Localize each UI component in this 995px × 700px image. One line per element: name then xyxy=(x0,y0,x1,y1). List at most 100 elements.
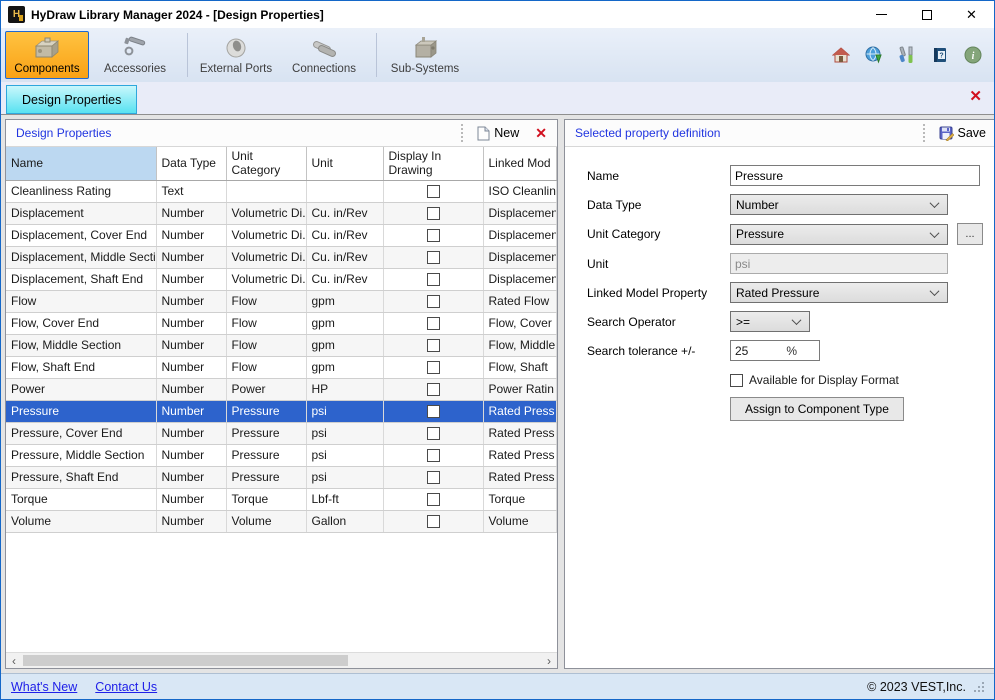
table-cell[interactable]: Cu. in/Rev xyxy=(306,246,383,268)
ribbon-tab-accessories[interactable]: Accessories xyxy=(93,31,177,79)
column-header-name[interactable]: Name xyxy=(6,147,156,180)
tab-close-icon[interactable]: ✕ xyxy=(969,89,982,104)
table-cell[interactable]: Rated Press xyxy=(483,466,557,488)
display-in-drawing-checkbox[interactable] xyxy=(427,295,440,308)
table-cell[interactable]: Displacemen xyxy=(483,224,557,246)
table-cell[interactable]: Number xyxy=(156,378,226,400)
table-cell[interactable]: Cleanliness Rating xyxy=(6,180,156,202)
table-cell[interactable]: Torque xyxy=(483,488,557,510)
table-cell[interactable]: Volumetric Di... xyxy=(226,246,306,268)
table-cell[interactable]: gpm xyxy=(306,334,383,356)
table-cell[interactable]: Volume xyxy=(483,510,557,532)
display-in-drawing-checkbox[interactable] xyxy=(427,449,440,462)
table-cell[interactable]: Flow xyxy=(226,312,306,334)
table-cell[interactable]: Displacement, Cover End xyxy=(6,224,156,246)
table-cell[interactable] xyxy=(306,180,383,202)
display-in-drawing-checkbox[interactable] xyxy=(427,515,440,528)
scrollbar-thumb[interactable] xyxy=(23,655,348,666)
table-row[interactable]: PressureNumberPressurepsiRated Press xyxy=(6,400,557,422)
about-icon[interactable]: i xyxy=(964,46,982,64)
table-row[interactable]: DisplacementNumberVolumetric Di...Cu. in… xyxy=(6,202,557,224)
unit-category-more-button[interactable]: ... xyxy=(957,223,983,245)
table-row[interactable]: Flow, Cover EndNumberFlowgpm Flow, Cover xyxy=(6,312,557,334)
table-cell[interactable]: Flow, Cover End xyxy=(6,312,156,334)
table-cell[interactable]: Flow, Middle Section xyxy=(6,334,156,356)
column-header-unit-category[interactable]: Unit Category xyxy=(226,147,306,180)
column-header-linked-model[interactable]: Linked Mod xyxy=(483,147,557,180)
table-cell[interactable]: Pressure, Shaft End xyxy=(6,466,156,488)
table-cell[interactable]: Volume xyxy=(226,510,306,532)
table-cell[interactable]: Pressure xyxy=(226,400,306,422)
table-cell[interactable]: Torque xyxy=(226,488,306,510)
tab-design-properties[interactable]: Design Properties xyxy=(6,85,137,114)
display-in-drawing-checkbox[interactable] xyxy=(427,427,440,440)
display-in-drawing-checkbox[interactable] xyxy=(427,339,440,352)
table-row[interactable]: Displacement, Cover EndNumberVolumetric … xyxy=(6,224,557,246)
column-header-display-in-drawing[interactable]: Display In Drawing xyxy=(383,147,483,180)
table-cell[interactable]: Number xyxy=(156,246,226,268)
table-cell[interactable]: Displacemen xyxy=(483,268,557,290)
table-cell[interactable]: gpm xyxy=(306,312,383,334)
resize-grip[interactable] xyxy=(974,682,984,692)
table-cell[interactable]: Displacemen xyxy=(483,202,557,224)
table-cell[interactable]: Number xyxy=(156,312,226,334)
table-cell[interactable]: Number xyxy=(156,202,226,224)
display-in-drawing-checkbox[interactable] xyxy=(427,471,440,484)
table-cell[interactable]: Displacement xyxy=(6,202,156,224)
table-cell[interactable]: Number xyxy=(156,268,226,290)
table-cell[interactable]: Rated Flow xyxy=(483,290,557,312)
table-cell[interactable]: Volumetric Di... xyxy=(226,224,306,246)
display-in-drawing-checkbox[interactable] xyxy=(427,207,440,220)
table-cell[interactable]: Flow, Shaft End xyxy=(6,356,156,378)
scroll-right-icon[interactable]: › xyxy=(541,653,557,669)
delete-property-button[interactable]: ✕ xyxy=(531,125,551,142)
table-cell[interactable]: Pressure xyxy=(226,466,306,488)
table-cell[interactable]: Power xyxy=(6,378,156,400)
display-in-drawing-checkbox[interactable] xyxy=(427,229,440,242)
horizontal-scrollbar[interactable]: ‹ › xyxy=(6,652,557,668)
table-cell[interactable]: Power xyxy=(226,378,306,400)
maximize-button[interactable] xyxy=(904,1,949,28)
close-button[interactable]: ✕ xyxy=(949,1,994,28)
table-cell[interactable]: Number xyxy=(156,400,226,422)
unit-category-select[interactable]: Pressure xyxy=(730,224,948,245)
table-cell[interactable]: Flow, Cover xyxy=(483,312,557,334)
table-cell[interactable]: gpm xyxy=(306,356,383,378)
table-row[interactable]: Displacement, Middle SectionNumberVolume… xyxy=(6,246,557,268)
available-for-display-format-checkbox[interactable] xyxy=(730,374,743,387)
table-cell[interactable]: Cu. in/Rev xyxy=(306,202,383,224)
table-cell[interactable]: Rated Press xyxy=(483,444,557,466)
table-cell[interactable]: Volume xyxy=(6,510,156,532)
display-in-drawing-checkbox[interactable] xyxy=(427,493,440,506)
assign-to-component-type-button[interactable]: Assign to Component Type xyxy=(730,397,904,421)
table-row[interactable]: Pressure, Middle SectionNumberPressureps… xyxy=(6,444,557,466)
table-cell[interactable]: Pressure xyxy=(6,400,156,422)
table-row[interactable]: Flow, Shaft EndNumberFlowgpmFlow, Shaft xyxy=(6,356,557,378)
table-cell[interactable]: Number xyxy=(156,224,226,246)
data-type-select[interactable]: Number xyxy=(730,194,948,215)
table-row[interactable]: Cleanliness RatingTextISO Cleanlin xyxy=(6,180,557,202)
table-cell[interactable]: HP xyxy=(306,378,383,400)
table-row[interactable]: Flow, Middle SectionNumberFlowgpmFlow, M… xyxy=(6,334,557,356)
table-row[interactable]: TorqueNumberTorqueLbf-ftTorque xyxy=(6,488,557,510)
table-cell[interactable]: Torque xyxy=(6,488,156,510)
table-cell[interactable]: Displacement, Shaft End xyxy=(6,268,156,290)
whats-new-link[interactable]: What's New xyxy=(11,680,77,694)
table-cell[interactable]: Flow, Middle xyxy=(483,334,557,356)
web-update-icon[interactable] xyxy=(865,46,883,64)
ribbon-tab-connections[interactable]: Connections xyxy=(282,31,366,79)
display-in-drawing-checkbox[interactable] xyxy=(427,273,440,286)
contact-us-link[interactable]: Contact Us xyxy=(95,680,157,694)
table-cell[interactable]: Number xyxy=(156,356,226,378)
table-cell[interactable]: Displacement, Middle Section xyxy=(6,246,156,268)
table-cell[interactable]: Displacemen xyxy=(483,246,557,268)
table-cell[interactable]: Flow xyxy=(6,290,156,312)
table-row[interactable]: FlowNumberFlowgpmRated Flow xyxy=(6,290,557,312)
display-in-drawing-checkbox[interactable] xyxy=(427,317,440,330)
table-cell[interactable]: Pressure xyxy=(226,422,306,444)
search-operator-select[interactable]: >= xyxy=(730,311,810,332)
table-cell[interactable]: ISO Cleanlin xyxy=(483,180,557,202)
table-row[interactable]: Pressure, Shaft EndNumberPressurepsiRate… xyxy=(6,466,557,488)
table-cell[interactable]: Rated Press xyxy=(483,400,557,422)
save-button[interactable]: Save xyxy=(935,124,991,143)
